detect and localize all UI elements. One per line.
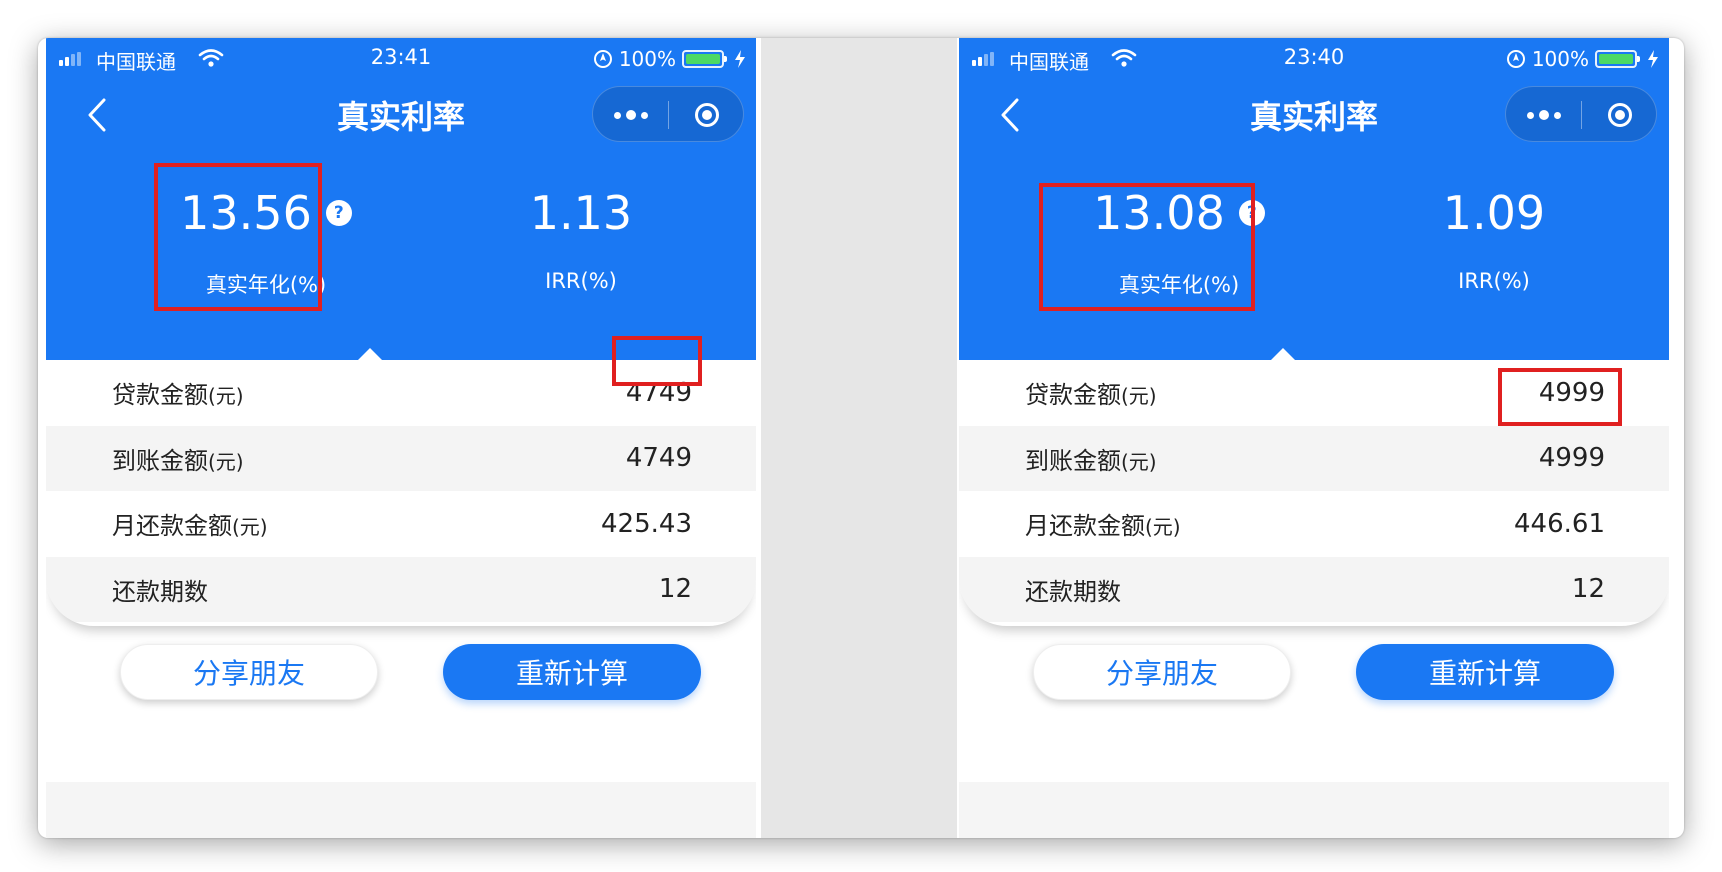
row-value: 446.61	[1514, 508, 1605, 539]
back-button[interactable]	[72, 90, 122, 140]
recalculate-button[interactable]: 重新计算	[1356, 644, 1614, 700]
highlight-box	[1039, 183, 1255, 311]
row-unit: (元)	[208, 449, 244, 474]
bottom-section	[959, 782, 1669, 838]
list-item: 还款期数 12	[46, 556, 756, 622]
back-button[interactable]	[985, 90, 1035, 140]
irr-value: 1.13	[529, 186, 633, 240]
close-miniprogram-button[interactable]	[669, 87, 744, 143]
share-friends-button[interactable]: 分享朋友	[120, 644, 378, 700]
battery-percent: 100%	[618, 47, 676, 71]
irr-label: IRR(%)	[545, 269, 617, 293]
target-icon	[1607, 103, 1632, 127]
row-unit: (元)	[1121, 449, 1157, 474]
highlight-box	[612, 336, 702, 386]
bottom-section	[46, 782, 756, 838]
navigation-bar: 真实利率	[959, 82, 1669, 146]
status-right: 100%	[1506, 46, 1659, 72]
recalculate-button[interactable]: 重新计算	[443, 644, 701, 700]
row-label: 到账金额	[1025, 446, 1121, 475]
irr-stat: 1.13 IRR(%)	[431, 183, 731, 293]
irr-label: IRR(%)	[1458, 269, 1530, 293]
row-label: 贷款金额	[1025, 381, 1121, 410]
row-unit: (元)	[208, 384, 244, 409]
back-chevron-icon	[88, 98, 106, 132]
more-icon	[1526, 110, 1561, 120]
row-value: 4999	[1538, 443, 1605, 474]
location-icon	[593, 50, 612, 68]
phone-screen-left: 中国联通 23:41 100% 真实利率 13.56 ? 真实年化(%) 1.1…	[46, 38, 756, 838]
header-panel: 中国联通 23:41 100% 真实利率 13.56 ? 真实年化(%) 1.1…	[46, 38, 756, 360]
tab-indicator	[1271, 348, 1295, 360]
list-item: 月还款金额(元) 446.61	[959, 491, 1669, 557]
list-item: 到账金额(元) 4749	[46, 425, 756, 491]
more-icon	[613, 110, 648, 120]
row-unit: (元)	[232, 515, 268, 540]
more-button[interactable]	[1506, 87, 1581, 143]
battery-percent: 100%	[1531, 47, 1589, 71]
charging-icon	[1648, 50, 1658, 68]
row-label: 月还款金额	[1025, 512, 1145, 541]
row-unit: (元)	[1145, 515, 1181, 540]
more-button[interactable]	[593, 87, 668, 143]
irr-stat: 1.09 IRR(%)	[1344, 183, 1644, 293]
row-value: 12	[658, 574, 692, 605]
irr-value: 1.09	[1442, 186, 1546, 240]
help-icon[interactable]: ?	[325, 200, 352, 226]
back-chevron-icon	[1001, 98, 1019, 132]
panel-divider	[761, 38, 957, 838]
charging-icon	[735, 50, 745, 68]
list-item: 到账金额(元) 4999	[959, 425, 1669, 491]
status-right: 100%	[593, 46, 746, 72]
row-unit: (元)	[1121, 384, 1157, 409]
row-label: 月还款金额	[112, 512, 232, 541]
row-value: 12	[1571, 574, 1605, 605]
loan-details-card: 贷款金额(元) 4749 到账金额(元) 4749 月还款金额(元) 425.4…	[46, 360, 756, 626]
highlight-box	[1498, 368, 1622, 426]
status-bar: 中国联通 23:40 100%	[959, 38, 1669, 82]
status-bar: 中国联通 23:41 100%	[46, 38, 756, 82]
miniprogram-capsule	[1505, 86, 1657, 142]
phone-screen-right: 中国联通 23:40 100% 真实利率 13.08 ? 真实年化(%) 1.0…	[959, 38, 1669, 838]
row-label: 到账金额	[112, 446, 208, 475]
row-value: 425.43	[601, 508, 692, 539]
row-label: 还款期数	[1025, 577, 1121, 606]
highlight-box	[154, 163, 322, 311]
location-icon	[1506, 50, 1525, 68]
list-item: 月还款金额(元) 425.43	[46, 491, 756, 557]
target-icon	[694, 103, 719, 127]
navigation-bar: 真实利率	[46, 82, 756, 146]
battery-icon	[682, 50, 727, 68]
row-label: 还款期数	[112, 577, 208, 606]
tab-indicator	[358, 348, 382, 360]
close-miniprogram-button[interactable]	[1582, 87, 1657, 143]
miniprogram-capsule	[592, 86, 744, 142]
list-item: 还款期数 12	[959, 556, 1669, 622]
screenshot-frame: 中国联通 23:41 100% 真实利率 13.56 ? 真实年化(%) 1.1…	[38, 38, 1684, 838]
row-label: 贷款金额	[112, 381, 208, 410]
row-value: 4749	[625, 443, 692, 474]
battery-icon	[1595, 50, 1640, 68]
share-friends-button[interactable]: 分享朋友	[1033, 644, 1291, 700]
